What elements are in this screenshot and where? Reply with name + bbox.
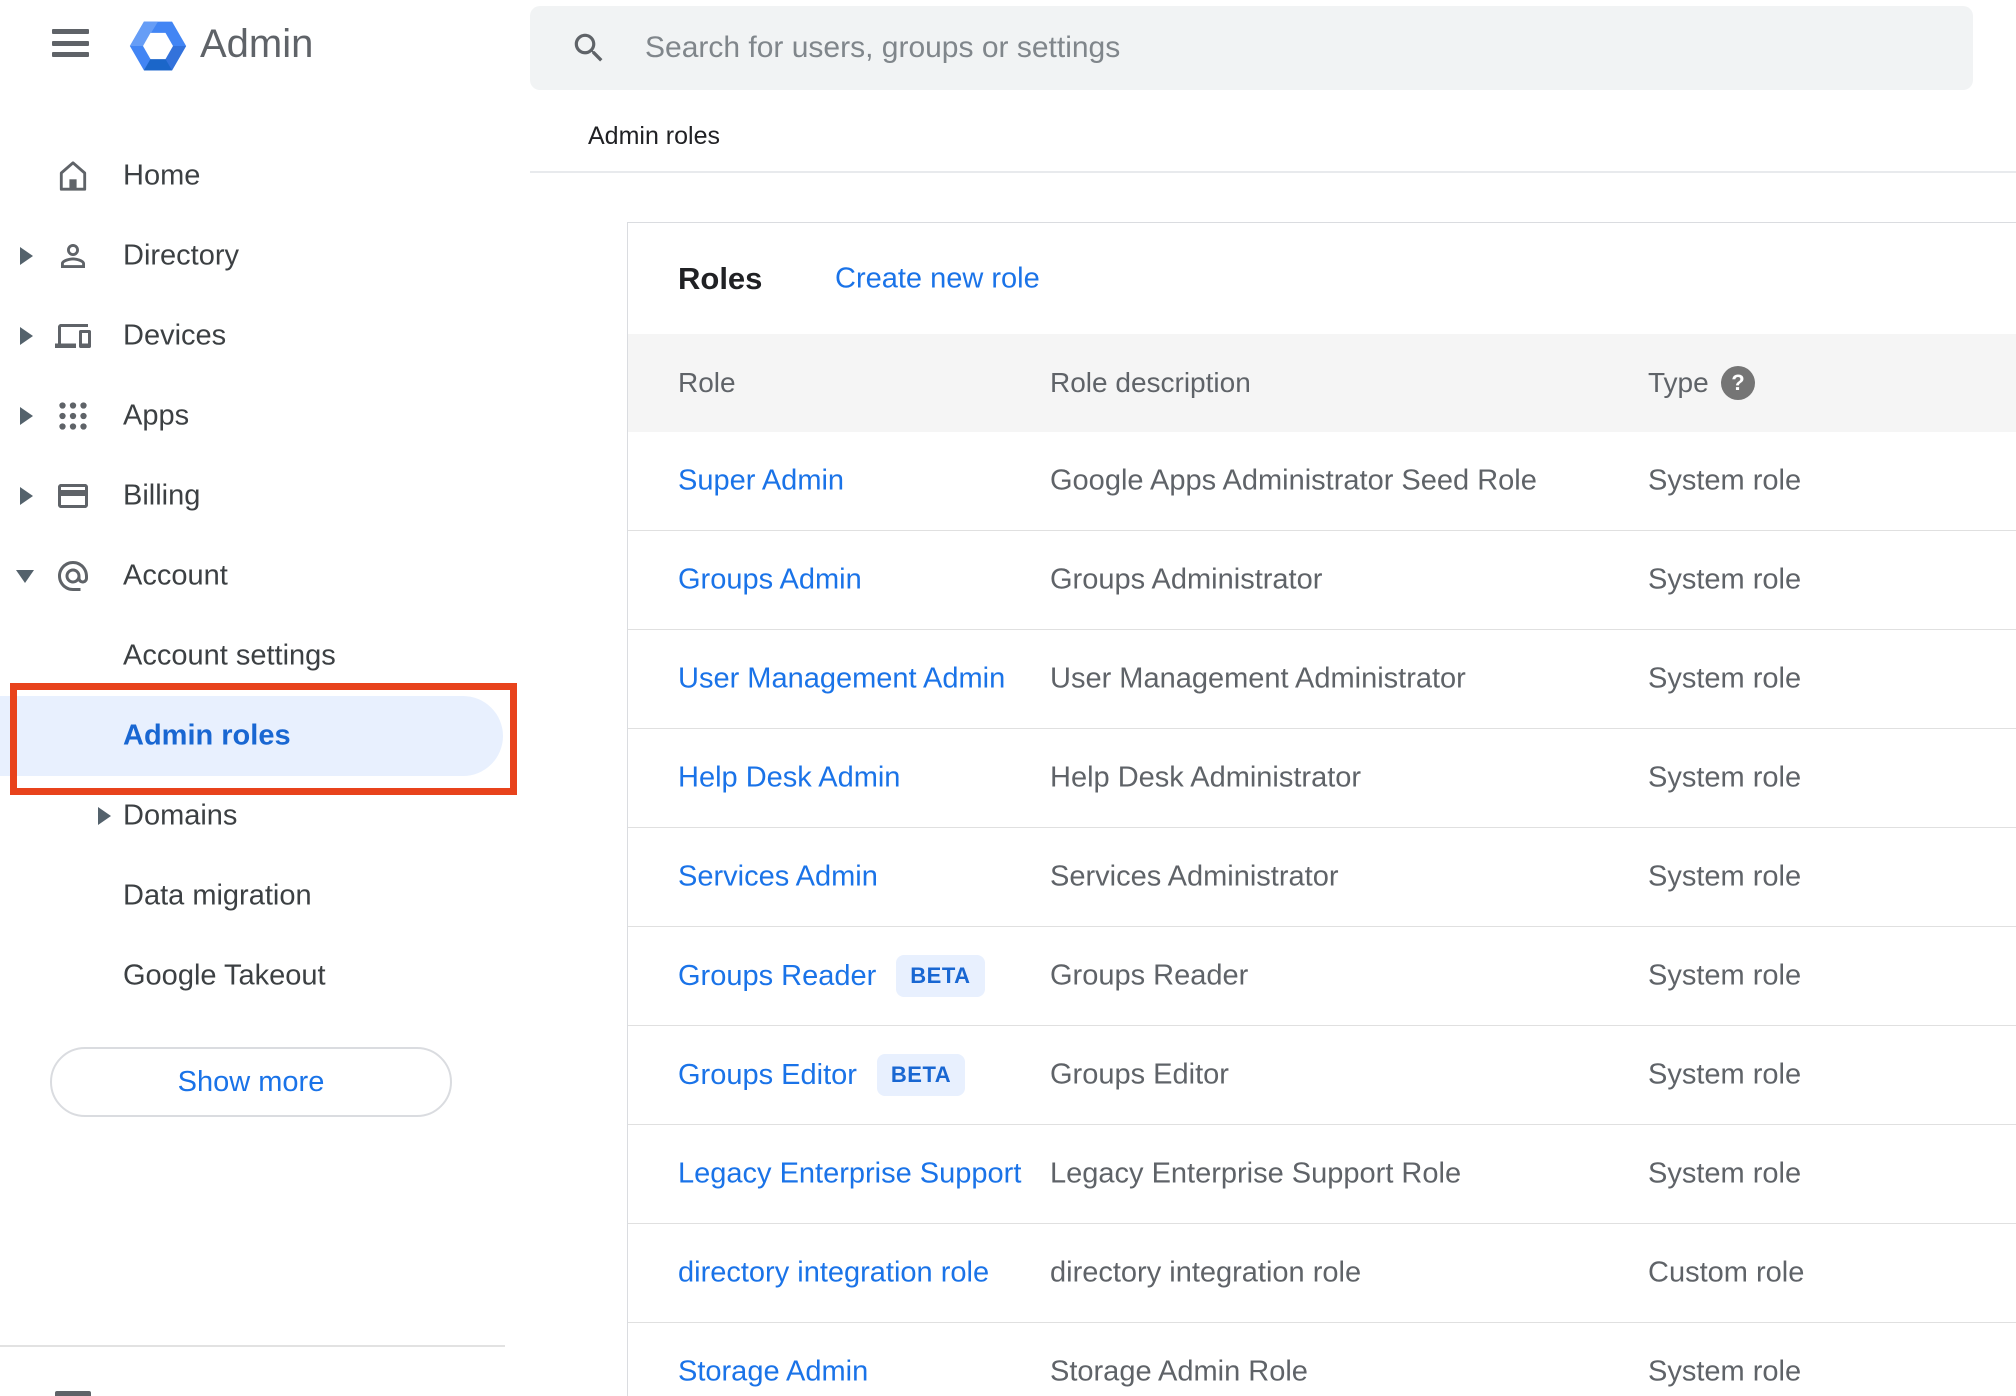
sidebar-item-label: Billing [123,479,201,512]
sidebar-divider [0,1345,505,1347]
page-title: Roles [678,260,763,296]
table-row: Groups Editor BETA Groups Editor System … [628,1026,2016,1125]
role-description: Services Administrator [1050,860,1339,893]
search-input[interactable]: Search for users, groups or settings [530,6,1973,90]
sidebar-item-billing[interactable]: Billing [0,456,530,536]
column-header-type: Type [1648,367,1709,398]
table-row: directory integration role directory int… [628,1224,2016,1323]
table-row: Storage Admin Storage Admin Role System … [628,1323,2016,1396]
sidebar-item-admin-roles[interactable]: Admin roles [0,683,530,795]
table-row: Super Admin Google Apps Administrator Se… [628,432,2016,531]
expand-arrow-icon[interactable] [98,807,111,825]
help-icon[interactable]: ? [1721,366,1755,400]
expand-arrow-icon[interactable] [20,327,33,345]
sidebar-item-domains[interactable]: Domains [0,776,530,856]
person-icon [55,238,91,274]
search-placeholder: Search for users, groups or settings [645,31,1121,64]
table-row: Services Admin Services Administrator Sy… [628,828,2016,927]
role-type: Custom role [1648,1256,1805,1289]
role-description: Google Apps Administrator Seed Role [1050,464,1537,497]
table-row: Groups Admin Groups Administrator System… [628,531,2016,630]
sidebar-item-apps[interactable]: Apps [0,376,530,456]
role-link[interactable]: User Management Admin [678,663,1005,696]
role-description: Groups Editor [1050,1058,1229,1091]
apps-grid-icon [55,398,91,434]
role-link[interactable]: Groups Reader [678,960,876,993]
breadcrumb: Admin roles [588,122,720,150]
sidebar-item-label: Account settings [123,639,336,672]
role-type: System role [1648,860,1802,893]
role-type: System role [1648,464,1802,497]
role-link[interactable]: Groups Admin [678,564,862,597]
app-title: Admin [200,22,314,66]
sidebar-item-label: Devices [123,319,227,352]
roles-card: Roles Create new role Role Role descript… [627,222,2016,1396]
sidebar-item-account-settings[interactable]: Account settings [0,616,530,696]
sidebar-item-label: Admin roles [123,719,291,752]
table-row: Help Desk Admin Help Desk Administrator … [628,729,2016,828]
role-link[interactable]: Legacy Enterprise Support [678,1158,1021,1191]
table-row: Groups Reader BETA Groups Reader System … [628,927,2016,1026]
role-link[interactable]: Storage Admin [678,1356,868,1389]
home-icon [55,158,91,194]
beta-badge: BETA [876,1054,966,1096]
role-type: System role [1648,761,1802,794]
create-new-role-link[interactable]: Create new role [835,262,1040,295]
sidebar-item-label: Account [123,559,228,592]
sidebar-item-account[interactable]: Account [0,536,530,616]
role-type: System role [1648,563,1802,596]
expand-arrow-icon[interactable] [20,247,33,265]
admin-logo-icon[interactable] [128,16,188,76]
role-type: System role [1648,1157,1802,1190]
sidebar-item-label: Apps [123,399,190,432]
at-sign-icon [55,558,91,594]
credit-card-icon [55,478,91,514]
search-icon [570,29,608,67]
collapse-arrow-icon[interactable] [16,570,34,583]
sidebar-item-label: Data migration [123,879,312,912]
roles-card-header: Roles Create new role [628,223,2016,334]
column-header-role: Role [678,367,736,398]
expand-arrow-icon[interactable] [20,407,33,425]
sidebar: Admin Home Directory Devices Apps Billin… [0,0,530,1396]
role-link[interactable]: Groups Editor [678,1059,857,1092]
role-description: User Management Administrator [1050,662,1466,695]
role-link[interactable]: Super Admin [678,465,844,498]
partial-bottom-icon [55,1391,91,1396]
role-link[interactable]: Help Desk Admin [678,762,900,795]
show-more-button[interactable]: Show more [50,1047,452,1117]
role-description: Groups Administrator [1050,563,1323,596]
role-type: System role [1648,959,1802,992]
sidebar-item-home[interactable]: Home [0,136,530,216]
sidebar-item-data-migration[interactable]: Data migration [0,856,530,936]
role-description: Storage Admin Role [1050,1355,1308,1388]
sidebar-item-devices[interactable]: Devices [0,296,530,376]
sidebar-item-label: Directory [123,239,240,272]
sidebar-item-label: Domains [123,799,238,832]
content-divider [530,171,2016,173]
table-header: Role Role description Type ? [628,334,2016,432]
menu-icon[interactable] [52,29,89,57]
role-type: System role [1648,662,1802,695]
role-link[interactable]: directory integration role [678,1257,989,1290]
role-link[interactable]: Services Admin [678,861,878,894]
role-type: System role [1648,1355,1802,1388]
sidebar-item-directory[interactable]: Directory [0,216,530,296]
column-header-description: Role description [1050,367,1251,398]
expand-arrow-icon[interactable] [20,487,33,505]
sidebar-item-label: Google Takeout [123,959,326,992]
sidebar-item-google-takeout[interactable]: Google Takeout [0,936,530,1016]
devices-icon [55,318,91,354]
role-description: Help Desk Administrator [1050,761,1362,794]
sidebar-nav: Home Directory Devices Apps Billing Acco… [0,136,530,1016]
role-description: Groups Reader [1050,959,1249,992]
role-description: Legacy Enterprise Support Role [1050,1157,1462,1190]
table-row: Legacy Enterprise Support Legacy Enterpr… [628,1125,2016,1224]
role-type: System role [1648,1058,1802,1091]
role-description: directory integration role [1050,1256,1362,1289]
table-row: User Management Admin User Management Ad… [628,630,2016,729]
sidebar-item-label: Home [123,159,201,192]
beta-badge: BETA [896,955,985,997]
